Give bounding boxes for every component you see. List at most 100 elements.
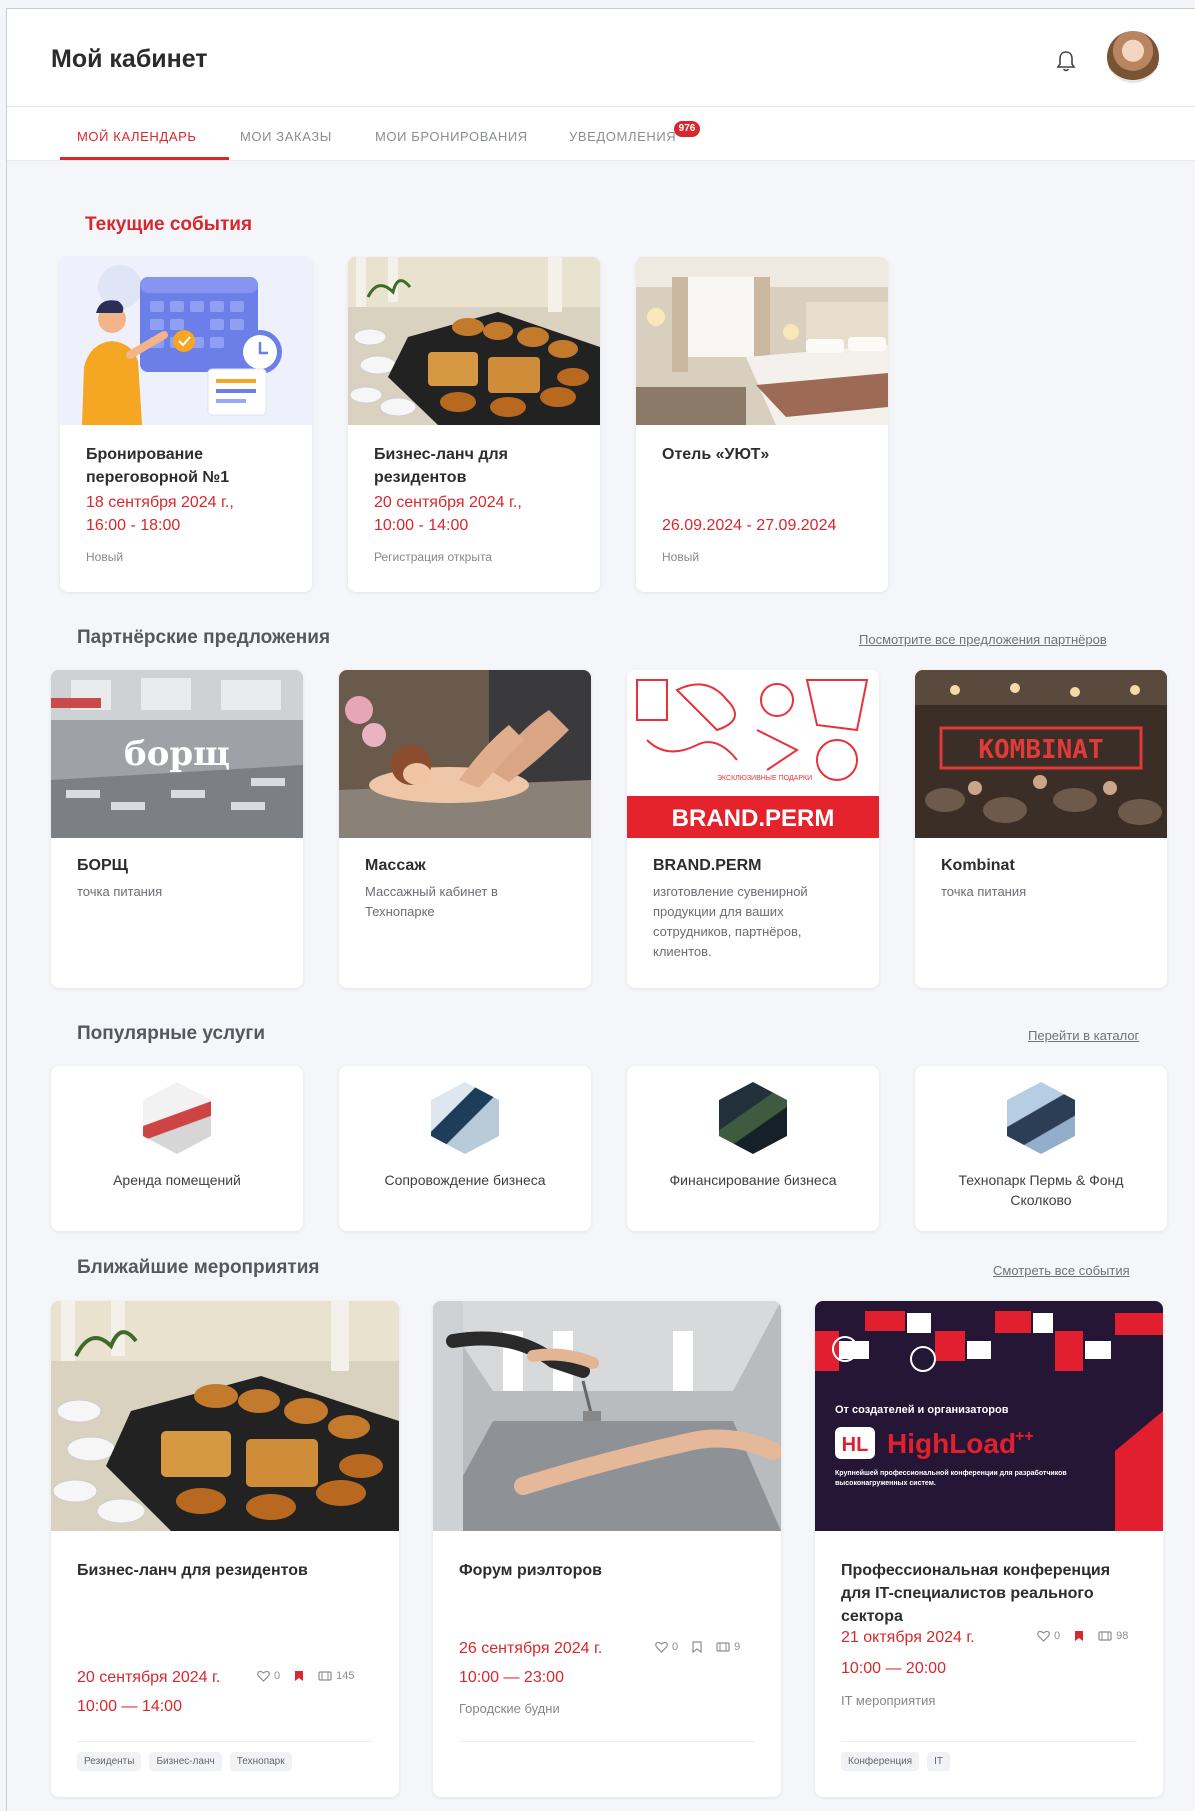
svg-text:HL: HL [842, 1434, 869, 1456]
notifications-badge: 976 [674, 121, 700, 137]
business-financing-icon [719, 1082, 787, 1154]
tab-my-orders[interactable]: МОИ ЗАКАЗЫ [240, 129, 332, 144]
kombinat-logo: KOMBINAT [978, 735, 1103, 765]
all-events-link[interactable]: Смотреть все события [993, 1263, 1130, 1278]
partner-title: BRAND.PERM [653, 857, 762, 874]
event-card[interactable]: От создателей и организаторов HL HighLoa… [815, 1301, 1163, 1797]
tag[interactable]: Технопарк [229, 1752, 292, 1771]
partner-title: Массаж [365, 857, 426, 874]
all-partner-offers-link[interactable]: Посмотрите все предложения партнёров [859, 632, 1107, 647]
event-time: 10:00 - 14:00 [374, 517, 469, 534]
event-title: Форум риэлторов [459, 1562, 602, 1579]
event-status: Регистрация открыта [374, 550, 492, 564]
business-lunch-photo [51, 1301, 399, 1531]
tag[interactable]: Конференция [841, 1752, 920, 1771]
event-stats: 0 145 [257, 1670, 354, 1682]
page: Мой кабинет МОЙ КАЛЕНДАРЬ МОИ ЗАКАЗЫ МОИ… [6, 8, 1195, 1811]
event-date: 21 октября 2024 г. [841, 1629, 975, 1646]
event-title: Бронирование переговорной №1 [86, 446, 230, 486]
event-date: 20 сентября 2024 г. [77, 1669, 221, 1686]
event-time: 10:00 — 14:00 [77, 1698, 182, 1715]
event-date: 26.09.2024 - 27.09.2024 [662, 517, 837, 534]
heart-icon[interactable] [1037, 1630, 1050, 1642]
event-title: Бизнес-ланч для резидентов [374, 446, 508, 486]
bookmark-icon[interactable] [692, 1641, 702, 1653]
partner-card[interactable]: ЭКСКЛЮЗИВНЫЕ ПОДАРКИ BRAND.PERM BRAND.PE… [627, 670, 879, 988]
service-card[interactable]: Сопровождение бизнеса [339, 1066, 591, 1231]
service-label: Технопарк Пермь & Фонд Сколково [958, 1172, 1124, 1208]
divider [459, 1741, 755, 1742]
event-category: IT мероприятия [841, 1693, 936, 1708]
bell-icon[interactable] [1055, 49, 1077, 73]
event-time: 16:00 - 18:00 [86, 517, 181, 534]
kombinat-photo: KOMBINAT [915, 670, 1167, 838]
partner-card[interactable]: Массаж Массажный кабинет в Технопарке [339, 670, 591, 988]
divider [841, 1741, 1137, 1742]
partner-description: точка питания [941, 884, 1027, 899]
service-card[interactable]: Финансирование бизнеса [627, 1066, 879, 1231]
brand-perm-banner: ЭКСКЛЮЗИВНЫЕ ПОДАРКИ BRAND.PERM [627, 670, 879, 838]
divider [77, 1741, 373, 1742]
tag[interactable]: Резиденты [77, 1752, 142, 1771]
service-label: Аренда помещений [113, 1172, 241, 1188]
event-title: Отель «УЮТ» [662, 446, 770, 463]
partner-title: Kombinat [941, 857, 1015, 874]
active-tab-indicator [60, 157, 229, 160]
highload-promo-banner: От создателей и организаторов HL HighLoa… [815, 1301, 1163, 1531]
current-event-card[interactable]: Отель «УЮТ» 26.09.2024 - 27.09.2024 Новы… [636, 257, 888, 592]
tag[interactable]: Бизнес-ланч [149, 1752, 222, 1771]
views-count: 145 [336, 1670, 355, 1682]
tab-notifications[interactable]: УВЕДОМЛЕНИЯ [569, 129, 676, 144]
event-status: Новый [662, 550, 700, 564]
event-stats: 0 98 [1037, 1630, 1128, 1642]
partner-card[interactable]: KOMBINAT Kombinat точка питания [915, 670, 1167, 988]
partner-description: Массажный кабинет в Технопарке [365, 884, 498, 919]
service-label: Финансирование бизнеса [669, 1172, 837, 1188]
partner-title: БОРЩ [77, 857, 128, 874]
service-card[interactable]: Аренда помещений [51, 1066, 303, 1231]
partner-description: точка питания [77, 884, 163, 899]
event-date: 20 сентября 2024 г., [374, 494, 522, 511]
realtors-forum-photo [433, 1301, 781, 1531]
borsch-logo: борщ [124, 734, 230, 774]
tab-my-bookings[interactable]: МОИ БРОНИРОВАНИЯ [375, 129, 528, 144]
likes-count: 0 [1054, 1630, 1061, 1642]
tab-my-calendar[interactable]: МОЙ КАЛЕНДАРЬ [77, 129, 197, 144]
page-title: Мой кабинет [51, 45, 208, 73]
event-card[interactable]: Бизнес-ланч для резидентов 20 сентября 2… [51, 1301, 399, 1797]
promo-description: Крупнейшей профессиональной конференции … [835, 1470, 1067, 1487]
event-status: Новый [86, 550, 124, 564]
current-event-card[interactable]: Бронирование переговорной №1 18 сентября… [60, 257, 312, 592]
office-rental-icon [143, 1082, 211, 1154]
views-icon [318, 1671, 332, 1681]
event-category: Городские будни [459, 1701, 560, 1716]
service-label: Сопровождение бизнеса [384, 1172, 546, 1188]
partner-description: изготовление сувенирной продукции для ва… [653, 884, 808, 959]
borsch-cafe-photo: борщ [51, 670, 303, 838]
tag[interactable]: IT [927, 1752, 950, 1771]
svg-text:ЭКСКЛЮЗИВНЫЕ ПОДАРКИ: ЭКСКЛЮЗИВНЫЕ ПОДАРКИ [717, 775, 812, 782]
avatar[interactable] [1107, 31, 1159, 83]
technopark-skolkovo-icon [1007, 1082, 1075, 1154]
bookmark-icon[interactable] [1074, 1630, 1084, 1642]
section-title-popular-services: Популярные услуги [77, 1023, 266, 1044]
views-count: 98 [1116, 1630, 1129, 1642]
heart-icon[interactable] [257, 1670, 270, 1682]
event-tags: Конференция IT [841, 1752, 950, 1771]
event-date: 18 сентября 2024 г., [86, 494, 234, 511]
current-event-card[interactable]: Бизнес-ланч для резидентов 20 сентября 2… [348, 257, 600, 592]
bookmark-icon[interactable] [294, 1670, 304, 1682]
event-tags: Резиденты Бизнес-ланч Технопарк [77, 1752, 292, 1771]
service-card[interactable]: Технопарк Пермь & Фонд Сколково [915, 1066, 1167, 1231]
views-icon [1098, 1631, 1112, 1641]
partner-card[interactable]: борщ БОРЩ точка питания [51, 670, 303, 988]
event-title: Профессиональная конференция для IT-спец… [841, 1562, 1111, 1625]
section-title-partner-offers: Партнёрские предложения [77, 627, 331, 648]
svg-text:++: ++ [1015, 1428, 1034, 1445]
views-icon [716, 1642, 730, 1652]
event-card[interactable]: Форум риэлторов 26 сентября 2024 г. 10:0… [433, 1301, 781, 1797]
views-count: 9 [734, 1641, 741, 1653]
catalog-link[interactable]: Перейти в каталог [1028, 1028, 1139, 1043]
promo-subtitle: От создателей и организаторов [835, 1404, 1009, 1416]
heart-icon[interactable] [655, 1641, 668, 1653]
